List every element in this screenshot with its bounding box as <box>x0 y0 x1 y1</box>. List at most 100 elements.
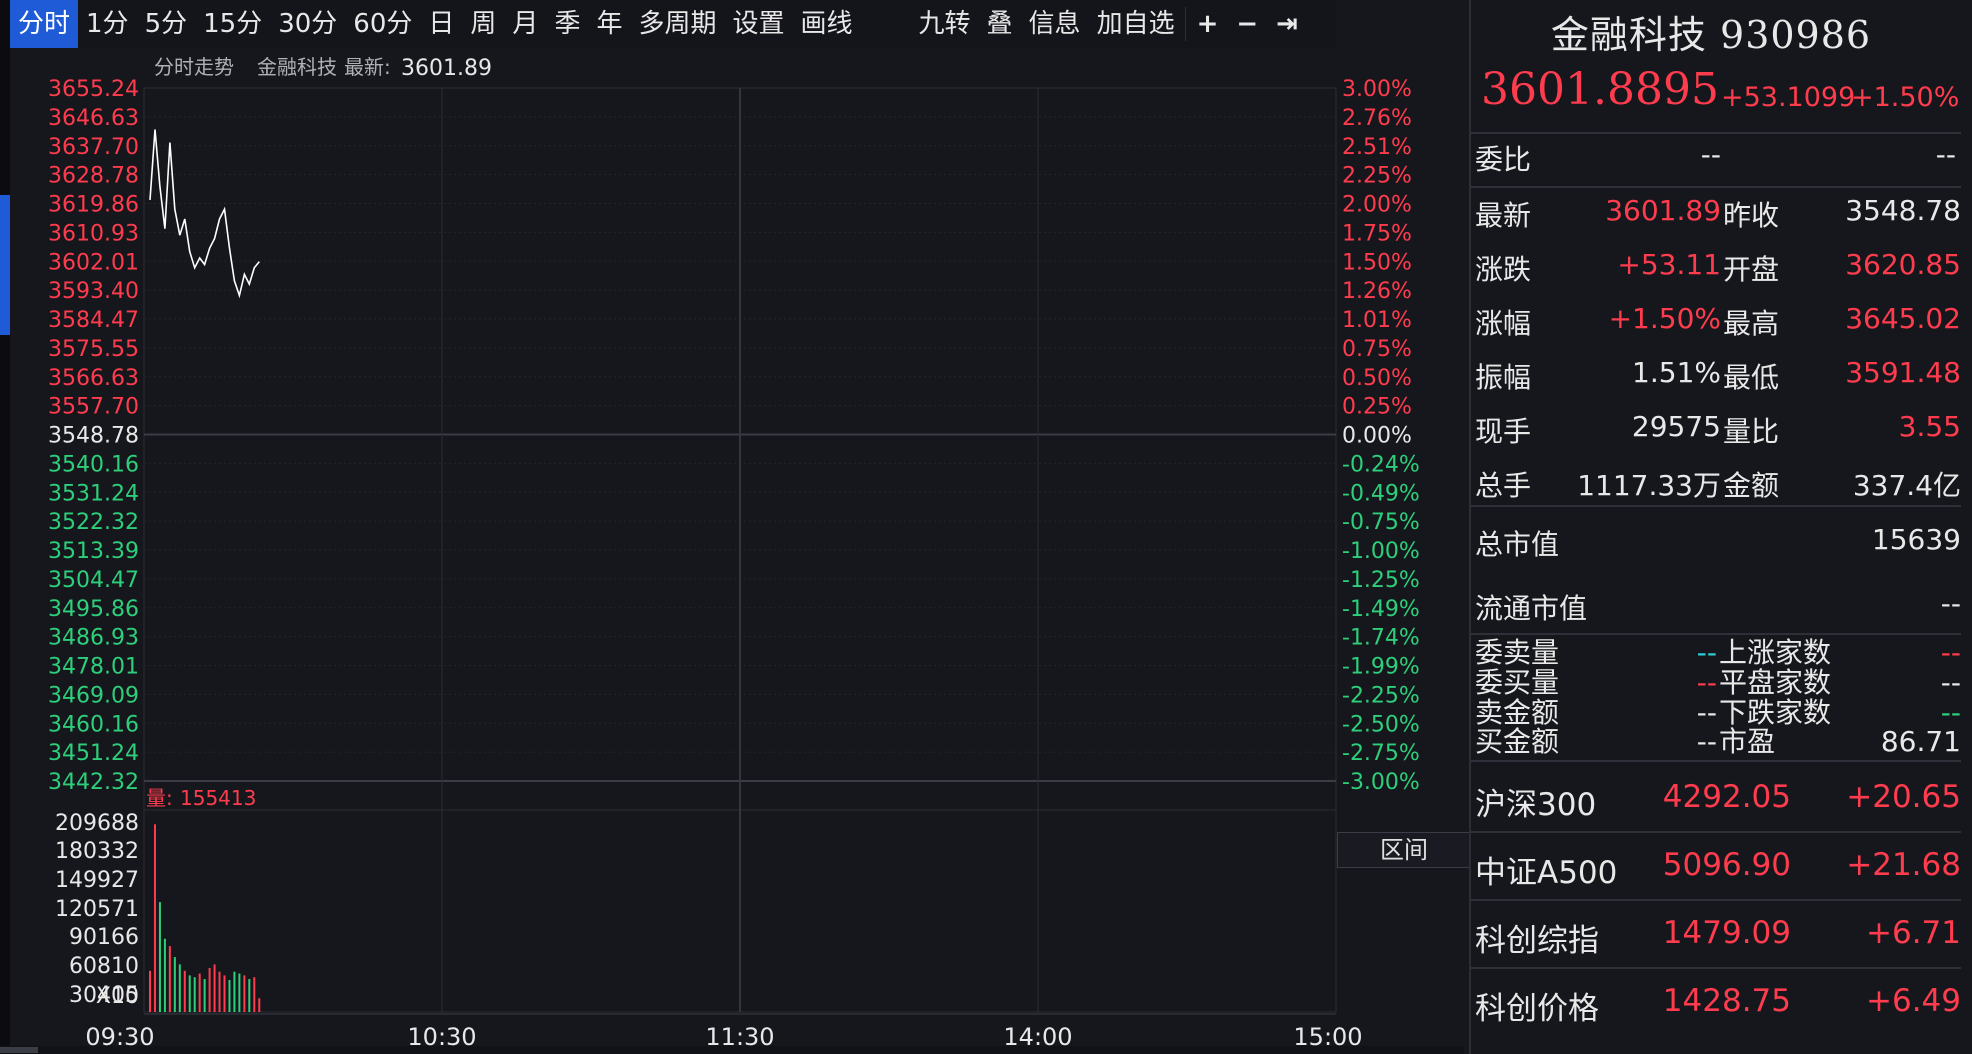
pct-tick-label: 2.51% <box>1342 135 1412 160</box>
volume-bar <box>149 970 151 1012</box>
add-watchlist-button[interactable]: 加自选 <box>1089 0 1183 48</box>
plus-icon[interactable]: + <box>1188 0 1228 48</box>
pct-tick-label: 2.76% <box>1342 106 1412 131</box>
tab-5min[interactable]: 5分 <box>137 0 196 48</box>
float-cap-label: 流通市值 <box>1475 592 1588 625</box>
chart-stock-name: 金融科技 <box>257 55 337 79</box>
tab-month[interactable]: 月 <box>504 0 546 48</box>
volume-bar <box>253 977 256 1012</box>
tab-draw-line[interactable]: 画线 <box>793 0 861 48</box>
stat-value: -- <box>1940 666 1961 699</box>
tab-intraday[interactable]: 分时 <box>10 0 79 48</box>
price-tick-label: 3575.55 <box>48 337 139 362</box>
index-name: 科创价格 <box>1475 991 1599 1027</box>
quote-value: 3601.89 <box>1605 194 1721 227</box>
info-button[interactable]: 信息 <box>1021 0 1089 48</box>
volume-bar <box>183 970 186 1012</box>
tab-settings[interactable]: 设置 <box>724 0 792 48</box>
price-tick-label: 3469.09 <box>48 683 139 708</box>
divider <box>1471 186 1961 188</box>
quote-label: 最高 <box>1723 307 1780 340</box>
quote-label: 昨收 <box>1723 199 1780 232</box>
volume-bar <box>233 971 236 1012</box>
chart-latest-value: 3601.89 <box>401 56 492 81</box>
volume-label: 量: <box>146 786 173 810</box>
volume-bar <box>208 968 211 1012</box>
pct-tick-label: 1.50% <box>1342 250 1412 275</box>
divider <box>1471 633 1961 635</box>
stat-value: -- <box>1940 636 1961 669</box>
arrow-to-end-icon[interactable]: ⇥ <box>1267 0 1307 48</box>
price-tick-label: 3646.63 <box>48 106 139 131</box>
quote-value: 1117.33万 <box>1577 469 1721 502</box>
tab-multi-period[interactable]: 多周期 <box>630 0 724 48</box>
volume-bar <box>173 957 176 1012</box>
tab-day[interactable]: 日 <box>420 0 462 48</box>
tab-60min[interactable]: 60分 <box>345 0 420 48</box>
volume-bar <box>158 902 161 1012</box>
index-name: 沪深300 <box>1475 787 1597 823</box>
quote-value: 337.4亿 <box>1852 469 1961 502</box>
stat-label: 市盈 <box>1719 725 1776 758</box>
volume-tick-label: 60810 <box>69 954 139 979</box>
horizontal-scrollbar[interactable] <box>0 1046 1464 1054</box>
pct-tick-label: -1.00% <box>1342 539 1420 564</box>
scrollbar-thumb[interactable] <box>0 1047 38 1053</box>
quote-value: +53.11 <box>1617 248 1721 281</box>
index-value: 4292.05 <box>1662 779 1791 815</box>
market-cap-label: 总市值 <box>1475 528 1560 561</box>
price-tick-label: 3628.78 <box>48 164 139 189</box>
quote-value: +1.50% <box>1608 302 1721 335</box>
volume-bar <box>218 971 221 1012</box>
price-tick-label: 3610.93 <box>48 221 139 246</box>
stat-label: 委买量 <box>1475 666 1560 699</box>
nine-turn-button[interactable]: 九转 <box>911 0 979 48</box>
volume-bar <box>153 824 156 1012</box>
volume-bar <box>168 946 171 1012</box>
quote-label: 开盘 <box>1723 253 1780 286</box>
range-button[interactable]: 区间 <box>1337 832 1471 868</box>
quote-value: 3620.85 <box>1845 248 1961 281</box>
quote-value: 29575 <box>1631 410 1721 443</box>
price-tick-label: 3451.24 <box>48 741 139 766</box>
stat-label: 委卖量 <box>1475 636 1560 669</box>
tab-year[interactable]: 年 <box>588 0 630 48</box>
pct-tick-label: -1.49% <box>1342 597 1420 622</box>
weibi-value: -- <box>1700 138 1721 171</box>
stat-label: 平盘家数 <box>1719 666 1832 699</box>
weibi-diff: -- <box>1935 138 1956 171</box>
price-tick-label: 3584.47 <box>48 308 139 333</box>
weibi-label: 委比 <box>1475 143 1532 176</box>
volume-tick-label: 149927 <box>55 868 139 893</box>
stat-value: -- <box>1696 696 1717 729</box>
market-cap-value: 15639 <box>1871 523 1961 556</box>
tab-quarter[interactable]: 季 <box>546 0 588 48</box>
tab-30min[interactable]: 30分 <box>270 0 345 48</box>
price-tick-label: 3513.39 <box>48 539 139 564</box>
price-tick-label: 3442.32 <box>48 770 139 795</box>
tab-15min[interactable]: 15分 <box>195 0 270 48</box>
index-value: 5096.90 <box>1662 847 1791 883</box>
pct-tick-label: -0.75% <box>1342 510 1420 535</box>
stat-label: 卖金额 <box>1475 696 1560 729</box>
pct-tick-label: -2.50% <box>1342 712 1420 737</box>
tab-week[interactable]: 周 <box>462 0 504 48</box>
divider <box>1471 505 1961 507</box>
pct-tick-label: -1.99% <box>1342 655 1420 680</box>
pct-tick-label: 0.75% <box>1342 337 1412 362</box>
minus-icon[interactable]: − <box>1227 0 1267 48</box>
overlay-button[interactable]: 叠 <box>979 0 1021 48</box>
chart-title: 分时走势 <box>154 55 234 79</box>
stat-label: 下跌家数 <box>1719 696 1832 729</box>
price-tick-label: 3637.70 <box>48 135 139 160</box>
pct-tick-label: 1.75% <box>1342 221 1412 246</box>
volume-value: 155413 <box>180 786 256 810</box>
price-tick-label: 3460.16 <box>48 712 139 737</box>
pct-tick-label: 2.25% <box>1342 164 1412 189</box>
intraday-chart: 3655.24 3.00% 3646.63 2.76% 3637.70 2.51% 3628… <box>48 55 1420 1051</box>
volume-bar <box>223 975 226 1012</box>
pct-tick-label: 0.50% <box>1342 366 1412 391</box>
price-tick-label: 3531.24 <box>48 481 139 506</box>
price-tick-label: 3504.47 <box>48 568 139 593</box>
tab-1min[interactable]: 1分 <box>78 0 137 48</box>
